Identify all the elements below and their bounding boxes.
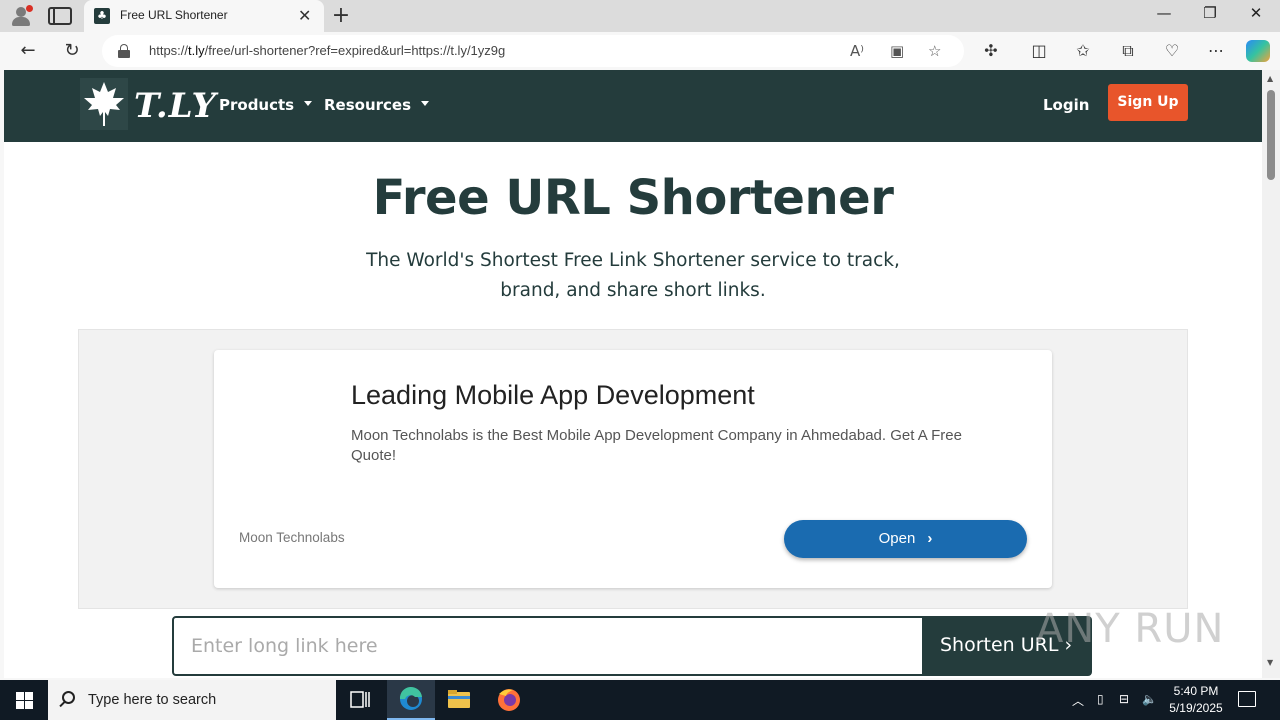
network-icon[interactable]: ⊟ [1119,692,1129,706]
resources-label: Resources [324,96,412,114]
ad-brand[interactable]: Moon Technolabs [239,530,345,545]
caret-down-icon [421,101,430,106]
browser-tab[interactable]: ♣ Free URL Shortener ✕ [84,0,324,32]
maple-leaf-icon [80,78,128,130]
extensions-icon[interactable]: ✣ [979,41,1003,60]
resources-menu[interactable]: Resources [324,96,430,114]
lock-icon[interactable] [118,44,130,58]
ad-container: Leading Mobile App Development Moon Tech… [78,329,1188,609]
taskbar-clock[interactable]: 5:40 PM 5/19/2025 [1160,683,1232,717]
browser-tab-strip: ♣ Free URL Shortener ✕ + — ❐ ✕ [0,0,1280,32]
ad-card[interactable]: Leading Mobile App Development Moon Tech… [214,350,1052,588]
profile-icon[interactable] [10,5,33,27]
close-window-button[interactable]: ✕ [1233,4,1279,22]
windows-taskbar: Type here to search ︿ ▯ ⊟ 🔈 5:40 PM 5/19… [0,680,1280,720]
ad-title[interactable]: Leading Mobile App Development [351,380,755,411]
restore-button[interactable]: ❐ [1187,4,1233,22]
firefox-icon[interactable] [485,680,533,720]
tab-actions-icon[interactable] [48,7,72,25]
logo-wordmark: T.LY [134,86,217,126]
browser-toolbar: ← ↻ https://t.ly/free/url-shortener?ref=… [0,32,1280,70]
anyrun-watermark: ANY RUN [1036,606,1225,652]
edge-icon[interactable] [387,680,435,720]
search-icon [62,691,75,704]
notifications-icon[interactable] [1238,691,1256,707]
more-icon[interactable]: ⋯ [1204,41,1228,60]
products-menu[interactable]: Products [219,96,313,114]
tab-title: Free URL Shortener [120,8,228,22]
caret-down-icon [304,101,313,106]
login-link[interactable]: Login [1043,96,1089,114]
tly-favicon-icon: ♣ [94,8,110,24]
new-tab-button[interactable]: + [330,3,352,28]
long-link-input[interactable]: Enter long link here [172,616,924,676]
scroll-thumb[interactable] [1267,90,1275,180]
favorites-icon[interactable]: ✩ [1071,41,1095,60]
ad-description: Moon Technolabs is the Best Mobile App D… [351,427,962,464]
taskbar-search-placeholder: Type here to search [88,692,217,708]
clock-time: 5:40 PM [1173,684,1219,698]
page-viewport: T.LY Products Resources Login Sign Up Fr… [4,70,1262,678]
products-label: Products [219,96,295,114]
volume-icon[interactable]: 🔈 [1142,692,1157,706]
minimize-button[interactable]: — [1141,4,1187,22]
tray-device-icon[interactable]: ▯ [1097,692,1104,706]
back-icon[interactable]: ← [14,38,42,64]
split-screen-icon[interactable]: ◫ [1027,41,1051,60]
collections-icon[interactable]: ⧉ [1116,41,1140,61]
scroll-up-icon[interactable]: ▲ [1267,74,1273,83]
shorten-form: Enter long link here Shorten URL › [172,616,1092,676]
page-title: Free URL Shortener [372,170,894,226]
browser-essentials-icon[interactable]: ♡ [1160,41,1184,60]
refresh-icon[interactable]: ↻ [58,38,86,64]
file-explorer-icon[interactable] [435,680,483,720]
page-subtitle: The World's Shortest Free Link Shortener… [366,250,900,301]
ad-open-label: Open [878,530,916,547]
read-aloud-icon[interactable]: A⁾ [850,42,864,60]
tly-logo[interactable]: T.LY [80,78,216,134]
clock-date: 5/19/2025 [1169,701,1223,715]
taskbar-search[interactable]: Type here to search [48,680,336,720]
task-view-icon[interactable] [336,680,384,720]
scroll-down-icon[interactable]: ▼ [1267,658,1273,667]
immersive-reader-icon[interactable]: ▣ [890,42,904,60]
copilot-icon[interactable] [1246,40,1270,62]
close-tab-icon[interactable]: ✕ [298,6,311,25]
ad-open-button[interactable]: Open › [784,520,1027,558]
signup-button[interactable]: Sign Up [1108,84,1188,121]
address-bar[interactable]: https://t.ly/free/url-shortener?ref=expi… [102,35,964,67]
page-scrollbar[interactable]: ▲ ▼ [1262,70,1280,678]
tray-chevron-up-icon[interactable]: ︿ [1072,692,1084,709]
site-header: T.LY Products Resources Login Sign Up [4,70,1262,142]
favorite-star-icon[interactable]: ☆ [928,42,941,60]
address-url[interactable]: https://t.ly/free/url-shortener?ref=expi… [149,43,505,58]
chevron-right-icon: › [927,530,933,547]
windows-start-icon[interactable] [16,692,33,709]
